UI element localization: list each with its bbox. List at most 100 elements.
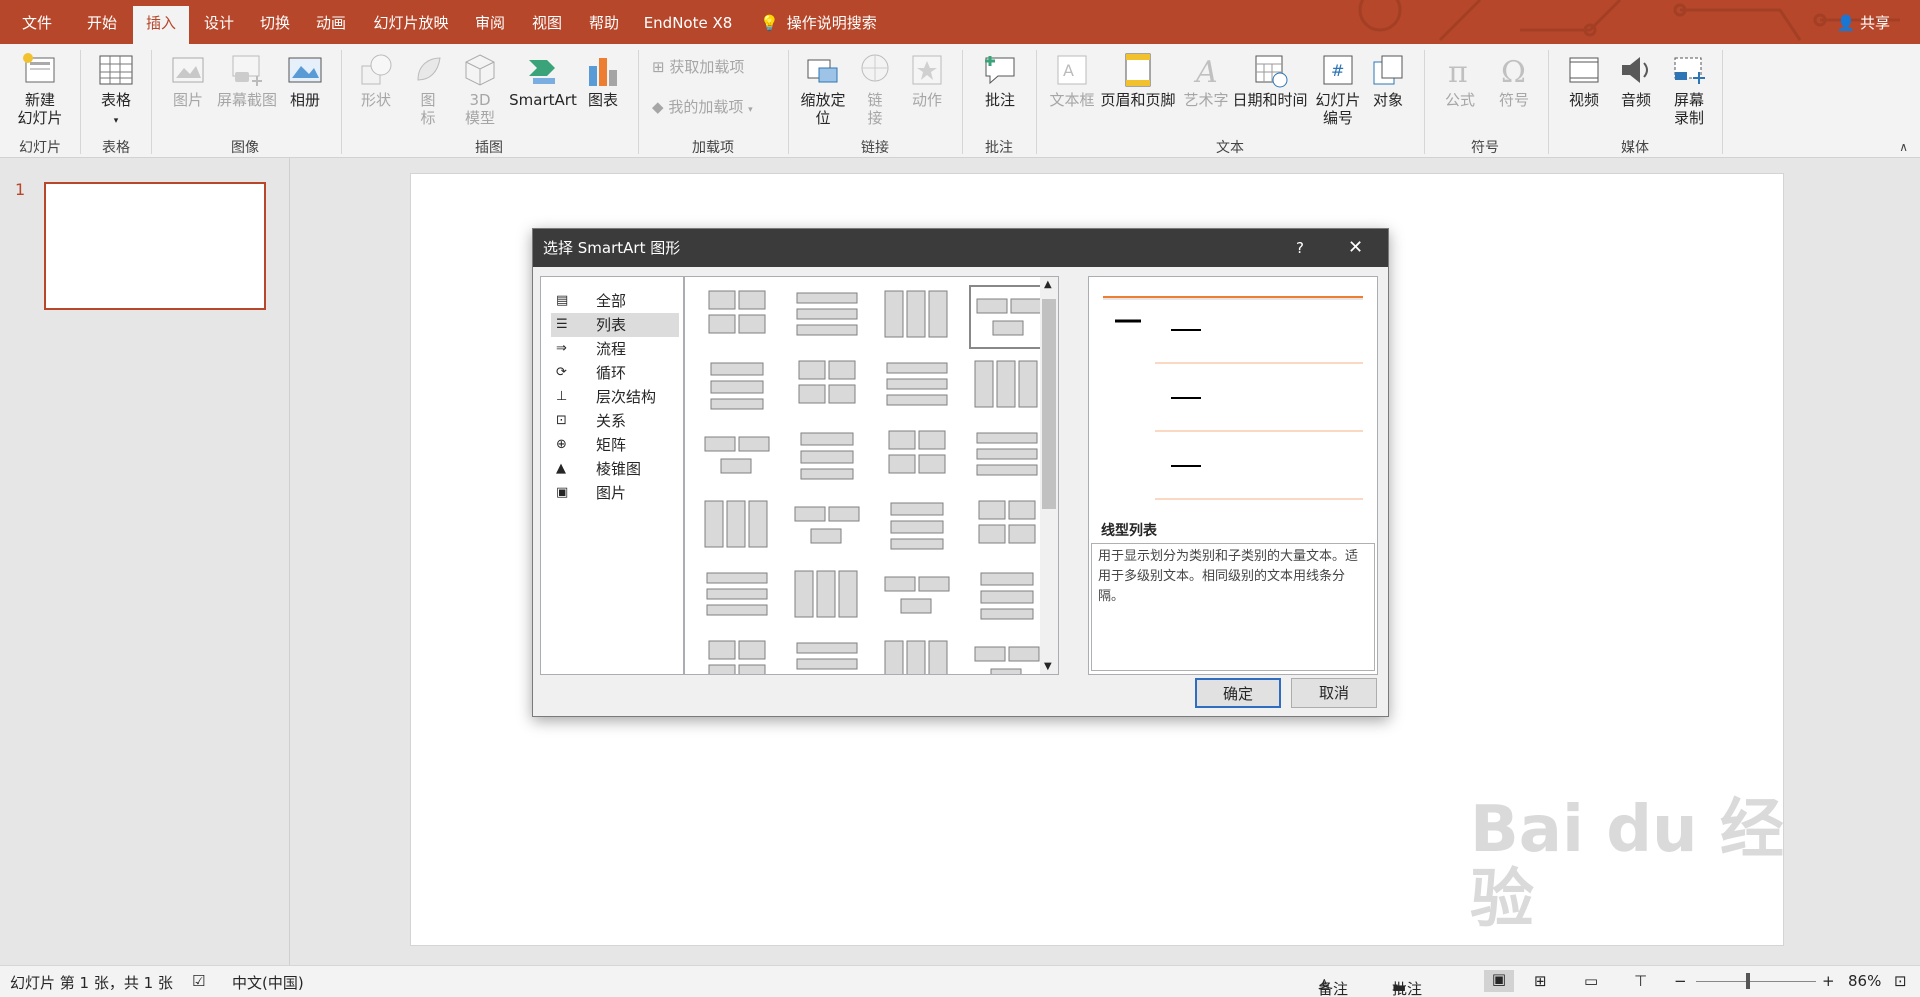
- layout-thumbnail[interactable]: [969, 565, 1049, 629]
- comment-button[interactable]: 批注: [972, 52, 1028, 109]
- fit-slide-button[interactable]: ⊡: [1894, 972, 1907, 990]
- equation-button[interactable]: π 公式: [1434, 52, 1486, 109]
- layout-thumbnail[interactable]: [879, 285, 959, 349]
- reading-view-button[interactable]: ▭: [1584, 972, 1598, 990]
- slideshow-view-button[interactable]: ⊤: [1634, 972, 1647, 990]
- tab-insert[interactable]: 插入: [133, 6, 189, 44]
- layout-thumbnail[interactable]: [879, 635, 959, 674]
- slide-thumbnail[interactable]: [44, 182, 266, 310]
- layout-thumbnail[interactable]: [789, 285, 869, 349]
- video-button[interactable]: 视频: [1558, 52, 1610, 109]
- gallery-scrollbar[interactable]: ▲ ▼: [1040, 277, 1058, 674]
- layout-thumbnail[interactable]: [699, 285, 779, 349]
- table-button[interactable]: 表格 ▾: [90, 52, 142, 130]
- spellcheck-icon[interactable]: ☑: [192, 972, 205, 990]
- layout-thumbnail[interactable]: [699, 635, 779, 674]
- layout-thumbnail[interactable]: [699, 355, 779, 419]
- ok-button[interactable]: 确定: [1195, 678, 1281, 708]
- layout-thumbnail[interactable]: [789, 495, 869, 559]
- layout-thumbnail[interactable]: [879, 565, 959, 629]
- pictures-button[interactable]: 图片: [160, 52, 216, 109]
- new-slide-button[interactable]: 新建 幻灯片: [8, 52, 72, 127]
- textbox-icon: A: [1057, 55, 1087, 85]
- layout-thumbnail[interactable]: [969, 285, 1049, 349]
- category-matrix[interactable]: ⊕ 矩阵: [551, 433, 679, 457]
- layout-thumbnail-drawing: [884, 290, 948, 338]
- layout-thumbnail[interactable]: [969, 635, 1049, 674]
- group-label-symbols: 符号: [1471, 140, 1499, 156]
- layout-thumbnail-drawing: [796, 642, 858, 670]
- scroll-up-icon[interactable]: ▲: [1044, 279, 1052, 290]
- smartart-button[interactable]: SmartArt: [506, 52, 580, 109]
- slide-sorter-button[interactable]: ⊞: [1534, 972, 1547, 990]
- language-indicator[interactable]: 中文(中国): [232, 972, 304, 993]
- object-button[interactable]: 对象: [1366, 52, 1410, 109]
- zoom-in-button[interactable]: +: [1822, 972, 1835, 990]
- action-button[interactable]: 动作: [902, 52, 952, 109]
- category-relationship[interactable]: ⊡ 关系: [551, 409, 679, 433]
- layout-thumbnail[interactable]: [879, 425, 959, 489]
- layout-thumbnail[interactable]: [789, 635, 869, 674]
- layout-thumbnail[interactable]: [789, 425, 869, 489]
- category-picture[interactable]: ▣ 图片: [551, 481, 679, 505]
- layout-thumbnail[interactable]: [789, 565, 869, 629]
- album-button[interactable]: 相册: [278, 52, 332, 109]
- tab-view[interactable]: 视图: [522, 6, 572, 44]
- layout-thumbnail[interactable]: [879, 355, 959, 419]
- tab-slideshow[interactable]: 幻灯片放映: [364, 6, 458, 44]
- zoom-slider-thumb[interactable]: [1745, 973, 1750, 989]
- category-cycle[interactable]: ⟳ 循环: [551, 361, 679, 385]
- tab-endnote[interactable]: EndNote X8: [638, 6, 738, 44]
- layout-thumbnail[interactable]: [969, 425, 1049, 489]
- normal-view-button[interactable]: ▣: [1484, 970, 1514, 992]
- category-process[interactable]: ⇒ 流程: [551, 337, 679, 361]
- 3d-models-button[interactable]: 3D 模型: [456, 52, 504, 127]
- layout-thumbnail[interactable]: [789, 355, 869, 419]
- date-time-button[interactable]: 日期和时间: [1232, 52, 1308, 109]
- category-pyramid[interactable]: ▲ 棱锥图: [551, 457, 679, 481]
- textbox-button[interactable]: A 文本框: [1046, 52, 1098, 109]
- zoom-out-button[interactable]: −: [1674, 972, 1687, 990]
- scroll-down-icon[interactable]: ▼: [1044, 661, 1052, 672]
- category-hierarchy[interactable]: ⊥ 层次结构: [551, 385, 679, 409]
- category-all[interactable]: ▤ 全部: [551, 289, 679, 313]
- chart-button[interactable]: 图表: [580, 52, 626, 109]
- my-addins-button[interactable]: ◆ 我的加载项 ▾: [652, 98, 782, 119]
- audio-button[interactable]: 音频: [1610, 52, 1662, 109]
- layout-thumbnail[interactable]: [969, 355, 1049, 419]
- category-list-item[interactable]: ☰ 列表: [551, 313, 679, 337]
- tab-review[interactable]: 审阅: [465, 6, 515, 44]
- layout-thumbnail[interactable]: [879, 495, 959, 559]
- layout-thumbnail[interactable]: [699, 495, 779, 559]
- layout-thumbnail[interactable]: [699, 425, 779, 489]
- tab-design[interactable]: 设计: [194, 6, 244, 44]
- cancel-button[interactable]: 取消: [1291, 678, 1377, 708]
- collapse-ribbon-icon[interactable]: ∧: [1899, 140, 1908, 154]
- layout-thumbnail[interactable]: [699, 565, 779, 629]
- shapes-label: 形状: [360, 91, 391, 109]
- tab-help[interactable]: 帮助: [579, 6, 629, 44]
- screen-recording-button[interactable]: 屏幕 录制: [1662, 52, 1716, 127]
- zoom-level[interactable]: 86%: [1848, 972, 1881, 990]
- share-button[interactable]: 👤 共享: [1837, 6, 1890, 40]
- tab-transitions[interactable]: 切换: [250, 6, 300, 44]
- tab-file[interactable]: 文件: [12, 6, 62, 44]
- scrollbar-thumb[interactable]: [1042, 299, 1056, 509]
- get-addins-button[interactable]: ⊞ 获取加载项: [652, 58, 782, 76]
- layout-thumbnail[interactable]: [969, 495, 1049, 559]
- tab-home[interactable]: 开始: [76, 6, 128, 44]
- close-icon[interactable]: ✕: [1348, 229, 1363, 267]
- help-button[interactable]: ?: [1296, 229, 1304, 267]
- link-button[interactable]: 链 接: [852, 52, 898, 127]
- shapes-button[interactable]: 形状: [350, 52, 402, 109]
- symbol-button[interactable]: Ω 符号: [1488, 52, 1540, 109]
- zoom-button[interactable]: 缩放定 位: [796, 52, 850, 127]
- icons-button[interactable]: 图 标: [406, 52, 450, 127]
- screenshot-button[interactable]: 屏幕截图: [214, 52, 280, 109]
- wordart-button[interactable]: A 艺术字: [1180, 52, 1232, 109]
- tell-me-search[interactable]: 💡 操作说明搜索: [760, 6, 900, 44]
- header-footer-button[interactable]: 页眉和页脚: [1098, 52, 1178, 109]
- tab-animations[interactable]: 动画: [306, 6, 356, 44]
- zoom-slider[interactable]: [1696, 981, 1816, 982]
- slide-number-button[interactable]: # 幻灯片 编号: [1310, 52, 1366, 127]
